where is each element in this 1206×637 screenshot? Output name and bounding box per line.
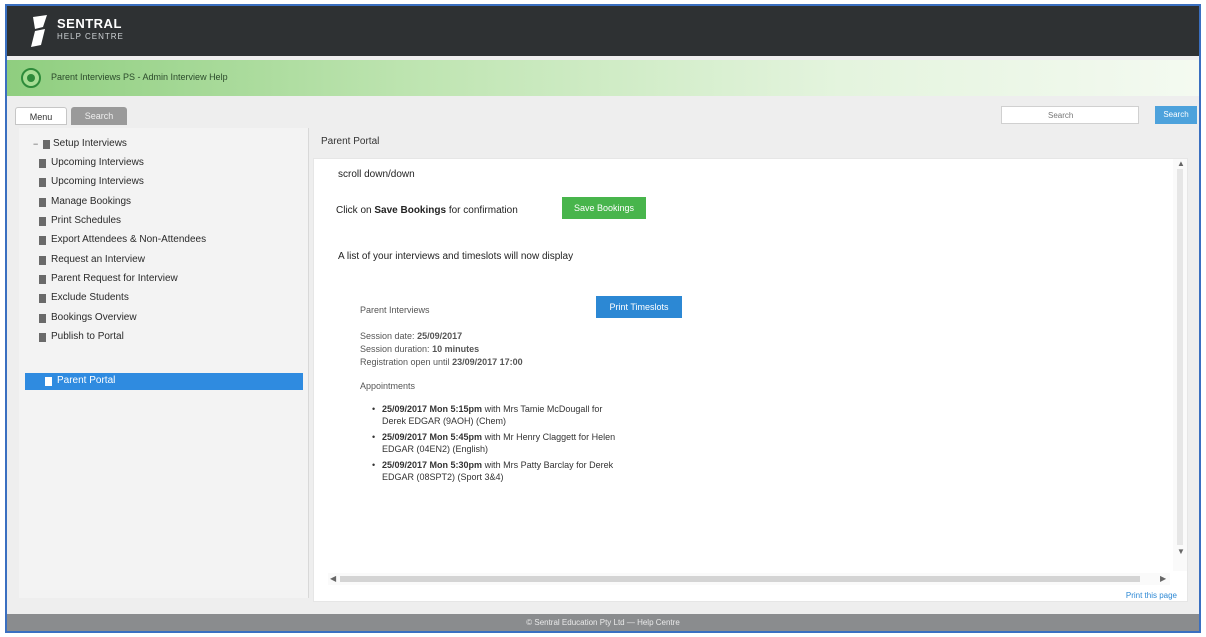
page-icon [39,178,46,187]
instruction-bold: Save Bookings [374,205,447,216]
appointment-teacher: with Mrs Patty Barclay for Derek [482,460,614,470]
appointment-student: Derek EDGAR (9AOH) (Chem) [382,416,507,426]
sidebar-item-label: Exclude Students [51,292,129,303]
content-panel: scroll down/down Click on Save Bookings … [313,158,1188,602]
appointment-teacher: with Mr Henry Claggett for Helen [482,432,616,442]
tab-menu[interactable]: Menu [15,107,67,125]
session-date-value: 25/09/2017 [417,331,463,341]
appointment-student: EDGAR (08SPT2) (Sport 3&4) [382,472,504,482]
page-icon [39,256,46,265]
horizontal-scroll-thumb[interactable] [340,576,1140,582]
sidebar-item-export-attendees[interactable]: Export Attendees & Non-Attendees [19,232,299,248]
page-icon [43,140,50,149]
appointment-time: 25/09/2017 Mon 5:30pm [382,460,483,470]
breadcrumb: Parent Interviews PS - Admin Interview H… [51,72,228,82]
sidebar-item-print-schedules[interactable]: Print Schedules [19,213,299,229]
page-icon [39,217,46,226]
footer: © Sentral Education Pty Ltd — Help Centr… [7,614,1199,631]
sidebar-item-upcoming-interviews-1[interactable]: Upcoming Interviews [19,155,299,171]
sidebar-item-parent-request[interactable]: Parent Request for Interview [19,271,299,287]
session-duration-value: 10 minutes [432,344,480,354]
appointments-heading: Appointments [360,381,416,391]
page-icon [39,275,46,284]
page-icon [39,236,46,245]
session-date-label: Session date: [360,331,415,341]
session-duration-label: Session duration: [360,344,430,354]
logo-title: SENTRAL [57,16,122,31]
instruction-suffix: for confirmation [448,205,518,216]
page-icon [39,333,46,342]
scroll-down-icon[interactable]: ▼ [1177,547,1185,556]
save-bookings-button[interactable]: Save Bookings [562,197,646,219]
page-icon [39,314,46,323]
breadcrumb-bar: Parent Interviews PS - Admin Interview H… [7,60,1199,96]
breadcrumb-current: Parent Interviews PS - Admin Interview H… [51,72,228,82]
sidebar-item-label: Upcoming Interviews [51,176,144,187]
page-icon [39,159,46,168]
sidebar-item-label: Manage Bookings [51,196,132,207]
appointment-item: • 25/09/2017 Mon 5:30pm with Mrs Patty B… [372,460,614,482]
session-duration: Session duration: 10 minutes [360,344,479,354]
interview-name: Parent Interviews [360,305,430,315]
appointment-item: • 25/09/2017 Mon 5:45pm with Mr Henry Cl… [372,432,616,454]
registration-label: Registration open until [360,357,450,367]
instruction-prefix: Click on [336,205,372,216]
scroll-up-icon[interactable]: ▲ [1177,159,1185,168]
sidebar-item-bookings-overview[interactable]: Bookings Overview [19,310,299,326]
vertical-scrollbar[interactable]: ▲ ▼ [1173,159,1187,571]
sidebar-item-label: Parent Portal [57,375,116,386]
appointment-item: • 25/09/2017 Mon 5:15pm with Mrs Tamie M… [372,404,603,426]
registration-value: 23/09/2017 17:00 [452,357,523,367]
app-header: SENTRAL HELP CENTRE [7,6,1199,56]
registration-info: Registration open until 23/09/2017 17:00 [360,357,523,367]
sidebar-item-publish-to-portal[interactable]: Publish to Portal [19,329,299,345]
logo-subtitle: HELP CENTRE [57,32,124,41]
sidebar-item-setup-interviews[interactable]: − Setup Interviews [19,136,299,152]
horizontal-scrollbar[interactable]: ◀ ▶ [328,573,1170,585]
page-title: Parent Portal [321,136,380,147]
sidebar: − Setup Interviews Upcoming Interviews U… [19,128,309,598]
print-page-link[interactable]: Print this page [1126,591,1177,600]
vertical-scroll-thumb[interactable] [1177,169,1183,545]
search-input[interactable] [1001,106,1139,124]
main-content: Parent Portal scroll down/down Click on … [313,130,1195,610]
appointment-time: 25/09/2017 Mon 5:15pm [382,404,483,414]
window-frame: SENTRAL HELP CENTRE Parent Interviews PS… [5,4,1201,633]
sentral-logo-icon [31,15,47,47]
scroll-right-icon[interactable]: ▶ [1160,574,1166,583]
page-icon [39,198,46,207]
page-icon [45,377,52,386]
sidebar-item-parent-portal[interactable]: Parent Portal [25,373,303,390]
appointment-teacher: with Mrs Tamie McDougall for [482,404,603,414]
sidebar-item-label: Request an Interview [51,254,145,265]
scroll-left-icon[interactable]: ◀ [330,574,336,583]
search-button[interactable]: Search [1155,106,1197,124]
tab-row: Menu Search Search [7,102,1199,128]
sidebar-item-upcoming-interviews-2[interactable]: Upcoming Interviews [19,174,299,190]
confirmation-instruction: Click on Save Bookings for confirmation [336,205,518,216]
tab-search[interactable]: Search [71,107,127,125]
print-timeslots-button[interactable]: Print Timeslots [596,296,682,318]
page-icon [39,294,46,303]
session-date: Session date: 25/09/2017 [360,331,462,341]
appointment-time: 25/09/2017 Mon 5:45pm [382,432,483,442]
sidebar-item-manage-bookings[interactable]: Manage Bookings [19,194,299,210]
sidebar-item-label: Publish to Portal [51,331,124,342]
appointment-student: EDGAR (04EN2) (English) [382,444,489,454]
sidebar-item-label: Parent Request for Interview [51,273,178,284]
sidebar-item-request-interview[interactable]: Request an Interview [19,252,299,268]
sidebar-item-label: Bookings Overview [51,312,137,323]
collapse-toggle-icon[interactable]: − [33,136,38,152]
list-instruction: A list of your interviews and timeslots … [338,251,574,262]
sidebar-item-label: Setup Interviews [53,138,127,149]
sidebar-item-label: Upcoming Interviews [51,157,144,168]
scroll-instruction: scroll down/down [338,169,415,180]
sidebar-item-label: Export Attendees & Non-Attendees [51,234,207,245]
sidebar-item-exclude-students[interactable]: Exclude Students [19,290,299,306]
home-circle-icon[interactable] [21,68,41,88]
sidebar-item-label: Print Schedules [51,215,122,226]
footer-text: © Sentral Education Pty Ltd — Help Centr… [526,618,680,627]
logo[interactable]: SENTRAL HELP CENTRE [29,13,189,49]
